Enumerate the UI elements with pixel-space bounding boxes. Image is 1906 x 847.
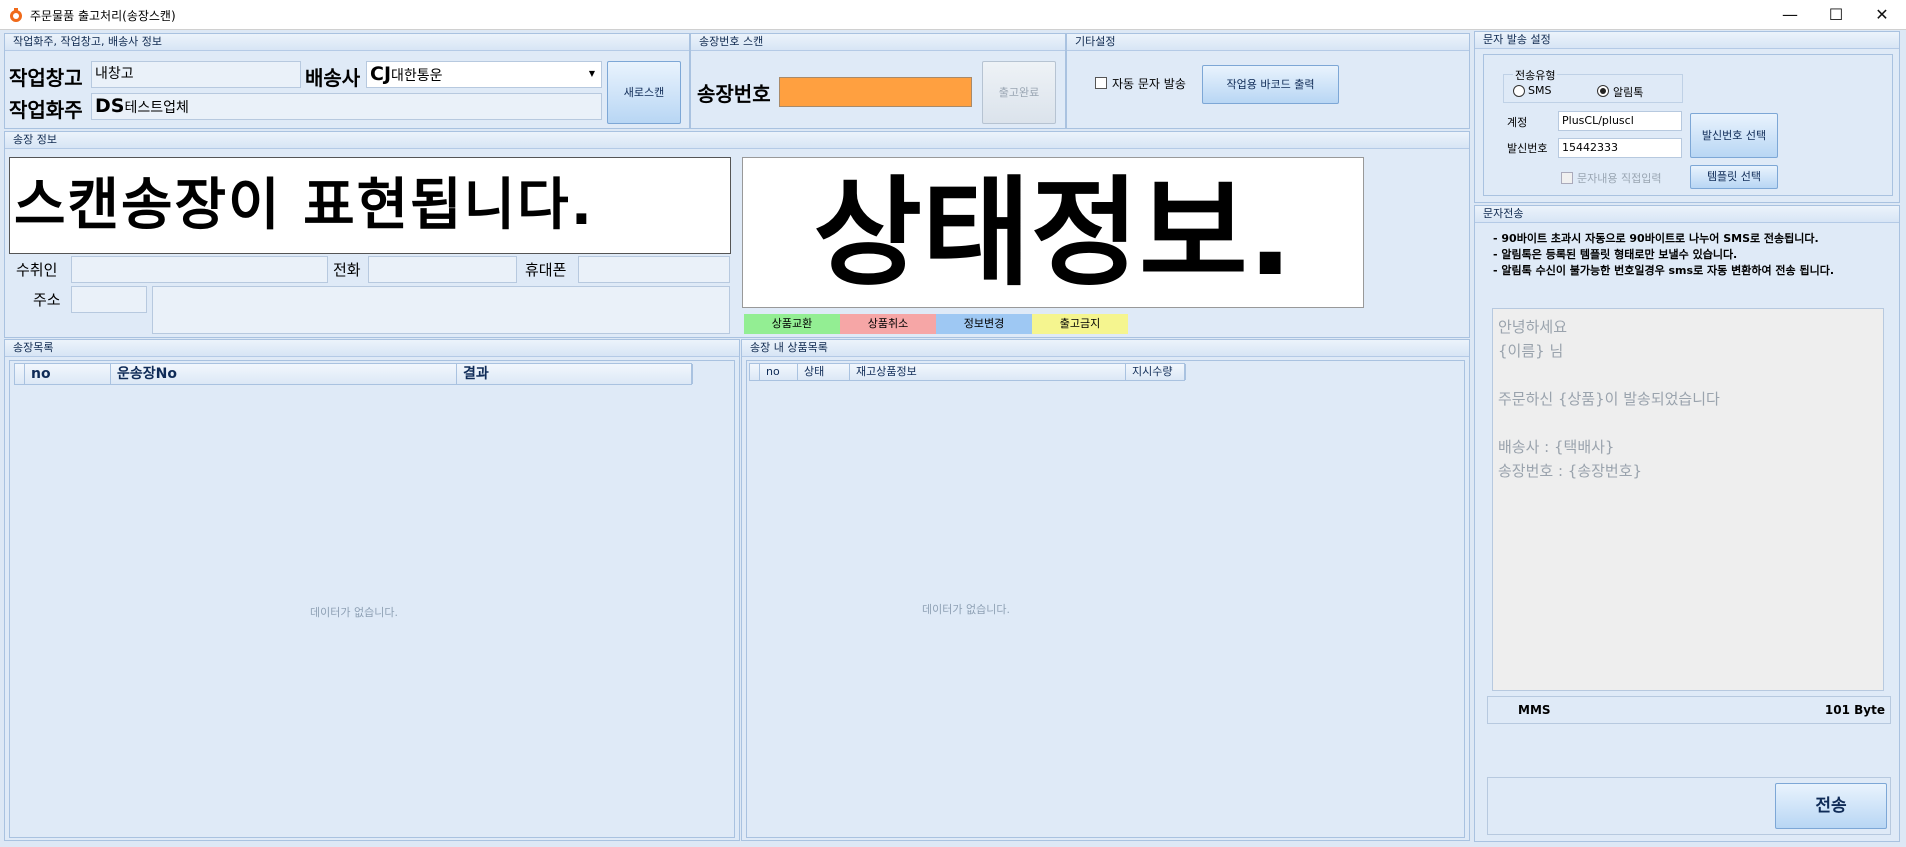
receiver-label: 수취인 xyxy=(16,261,58,279)
product-list-panel: 송장 내 상품목록 no 상태 재고상품정보 지시수량 데이터가 없습니다. xyxy=(741,339,1470,841)
col-product-info[interactable]: 재고상품정보 xyxy=(850,364,1126,380)
col-result[interactable]: 결과 xyxy=(457,364,693,384)
phone-label: 전화 xyxy=(333,261,361,279)
invoice-list-header: 송장목록 xyxy=(5,340,739,357)
complete-button[interactable]: 출고완료 xyxy=(982,61,1056,124)
sender-field[interactable]: 15442333 xyxy=(1558,138,1682,158)
product-grid-empty: 데이터가 없습니다. xyxy=(922,603,1010,616)
owner-label: 작업화주 xyxy=(9,98,83,122)
alimtalk-radio[interactable] xyxy=(1597,85,1609,97)
new-scan-button[interactable]: 새로스캔 xyxy=(607,61,681,124)
work-info-header: 작업화주, 작업창고, 배송사 정보 xyxy=(5,34,689,51)
app-logo-icon xyxy=(10,8,22,22)
product-grid-header: no 상태 재고상품정보 지시수량 xyxy=(749,363,1186,381)
address-field[interactable] xyxy=(152,286,730,334)
invoice-grid-empty: 데이터가 없습니다. xyxy=(310,606,398,619)
col-quantity[interactable]: 지시수량 xyxy=(1126,364,1186,380)
col-status[interactable]: 상태 xyxy=(798,364,850,380)
col-product-no[interactable]: no xyxy=(760,364,798,380)
warehouse-label: 작업창고 xyxy=(9,66,83,90)
sms-notes: - 90바이트 초과시 자동으로 90바이트로 나누어 SMS로 전송됩니다. … xyxy=(1493,231,1834,279)
invoice-grid[interactable]: no 운송장No 결과 데이터가 없습니다. xyxy=(9,360,735,838)
scan-invoice-display: 스캔송장이 표현됩니다. xyxy=(9,157,731,254)
chevron-down-icon: ▼ xyxy=(588,69,595,78)
app-window: 주문물품 출고처리(송장스캔) — ☐ ✕ 작업화주, 작업창고, 배송사 정보… xyxy=(0,0,1906,847)
sms-note-2: - 알림톡은 등록된 템플릿 형태로만 보낼수 있습니다. xyxy=(1493,248,1738,261)
carrier-prefix: CJ xyxy=(370,63,392,85)
badge-ship-block: 출고금지 xyxy=(1032,314,1128,334)
print-barcode-button[interactable]: 작업용 바코드 출력 xyxy=(1202,65,1339,104)
scan-panel-header: 송장번호 스캔 xyxy=(691,34,1065,51)
message-bytes: 101 Byte xyxy=(1824,703,1885,717)
invoice-info-panel: 송장 정보 스캔송장이 표현됩니다. 상태정보. 수취인 전화 휴대폰 주소 상… xyxy=(4,131,1470,338)
receiver-field[interactable] xyxy=(71,256,328,283)
address-label: 주소 xyxy=(33,291,61,309)
account-label: 계정 xyxy=(1507,116,1528,129)
direct-input-checkbox[interactable] xyxy=(1561,172,1573,184)
message-mode: MMS xyxy=(1518,703,1551,717)
message-line-2: {이름} 님 xyxy=(1498,342,1564,360)
sms-send-header: 문자전송 xyxy=(1475,206,1899,223)
carrier-value: 대한통운 xyxy=(391,68,443,84)
auto-sms-checkbox[interactable] xyxy=(1095,77,1107,89)
template-select-button[interactable]: 템플릿 선택 xyxy=(1690,165,1778,189)
scan-panel: 송장번호 스캔 송장번호 출고완료 xyxy=(690,33,1066,129)
owner-prefix: DS xyxy=(95,95,125,117)
sender-label: 발신번호 xyxy=(1507,142,1548,155)
account-field[interactable]: PlusCL/pluscl xyxy=(1558,111,1682,131)
message-line-7: 송장번호 : {송장번호} xyxy=(1498,462,1643,480)
zipcode-field[interactable] xyxy=(71,286,147,313)
title-bar: 주문물품 출고처리(송장스캔) — ☐ ✕ xyxy=(0,0,1906,30)
work-info-panel: 작업화주, 작업창고, 배송사 정보 작업창고 내창고 배송사 CJ대한통운 ▼… xyxy=(4,33,690,129)
badge-cancel: 상품취소 xyxy=(840,314,936,334)
col-waybill[interactable]: 운송장No xyxy=(111,364,457,384)
misc-settings-header: 기타설정 xyxy=(1067,34,1469,51)
warehouse-field[interactable]: 내창고 xyxy=(91,61,301,88)
sms-settings-panel: 문자 발송 설정 전송유형 SMS 알림톡 계정 PlusCL/pluscl 발… xyxy=(1474,31,1900,203)
byte-counter-bar: MMS 101 Byte xyxy=(1487,696,1891,724)
sms-radio[interactable] xyxy=(1513,85,1525,97)
sms-note-3: - 알림톡 수신이 불가능한 번호일경우 sms로 자동 변환하여 전송 됩니다… xyxy=(1493,264,1835,277)
owner-value: 테스트업체 xyxy=(124,100,189,116)
send-type-label: 전송유형 xyxy=(1513,67,1558,83)
carrier-select[interactable]: CJ대한통운 ▼ xyxy=(366,61,602,88)
window-title: 주문물품 출고처리(송장스캔) xyxy=(30,9,176,23)
sms-radio-label: SMS xyxy=(1528,84,1552,97)
message-line-6: 배송사 : {택배사} xyxy=(1498,438,1615,456)
badge-exchange: 상품교환 xyxy=(744,314,840,334)
invoice-label: 송장번호 xyxy=(697,82,771,106)
message-line-5 xyxy=(1498,411,1878,435)
owner-field[interactable]: DS테스트업체 xyxy=(91,93,602,120)
sms-send-panel: 문자전송 - 90바이트 초과시 자동으로 90바이트로 나누어 SMS로 전송… xyxy=(1474,205,1900,842)
direct-input-label: 문자내용 직접입력 xyxy=(1577,172,1662,185)
maximize-button[interactable]: ☐ xyxy=(1813,0,1859,30)
badge-info-change: 정보변경 xyxy=(936,314,1032,334)
invoice-grid-header: no 운송장No 결과 xyxy=(14,363,693,385)
message-textarea[interactable]: 안녕하세요 {이름} 님 주문하신 {상품}이 발송되었습니다 배송사 : {택… xyxy=(1492,308,1884,691)
product-list-header: 송장 내 상품목록 xyxy=(742,340,1469,357)
phone-field[interactable] xyxy=(368,256,517,283)
sender-select-button[interactable]: 발신번호 선택 xyxy=(1690,113,1778,158)
message-line-1: 안녕하세요 xyxy=(1498,318,1568,336)
invoice-input[interactable] xyxy=(779,77,972,107)
minimize-button[interactable]: — xyxy=(1767,0,1813,30)
mobile-field[interactable] xyxy=(578,256,730,283)
carrier-label: 배송사 xyxy=(305,66,361,90)
mobile-label: 휴대폰 xyxy=(525,261,567,279)
invoice-list-panel: 송장목록 no 운송장No 결과 데이터가 없습니다. xyxy=(4,339,740,841)
message-line-3 xyxy=(1498,363,1878,387)
col-no[interactable]: no xyxy=(25,364,111,384)
close-button[interactable]: ✕ xyxy=(1859,0,1905,30)
message-line-4: 주문하신 {상품}이 발송되었습니다 xyxy=(1498,390,1720,408)
status-display: 상태정보. xyxy=(742,157,1364,308)
auto-sms-label: 자동 문자 발송 xyxy=(1112,77,1186,91)
sms-settings-header: 문자 발송 설정 xyxy=(1475,32,1899,49)
product-grid[interactable]: no 상태 재고상품정보 지시수량 데이터가 없습니다. xyxy=(746,360,1465,838)
invoice-info-header: 송장 정보 xyxy=(5,132,1469,149)
alimtalk-radio-label: 알림톡 xyxy=(1613,86,1644,99)
send-button[interactable]: 전송 xyxy=(1775,783,1887,829)
misc-settings-panel: 기타설정 자동 문자 발송 작업용 바코드 출력 xyxy=(1066,33,1470,129)
sms-note-1: - 90바이트 초과시 자동으로 90바이트로 나누어 SMS로 전송됩니다. xyxy=(1493,232,1819,245)
